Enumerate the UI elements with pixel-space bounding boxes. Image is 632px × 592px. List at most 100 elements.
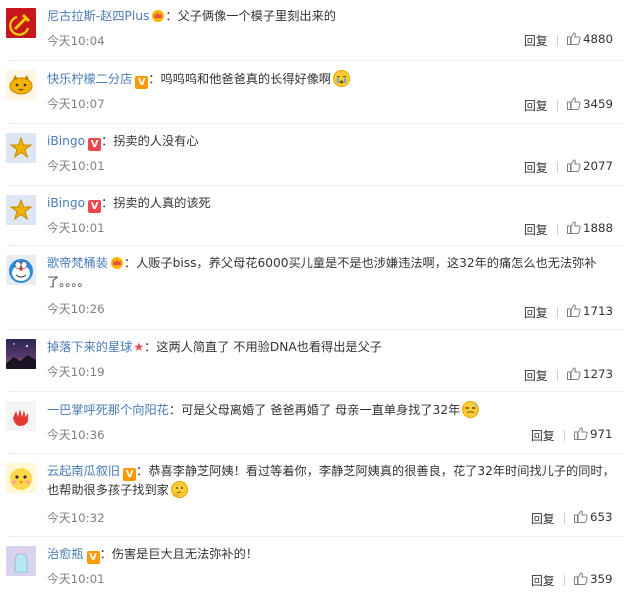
timestamp: 今天10:01	[47, 159, 105, 173]
divider	[564, 575, 565, 586]
thumb-up-icon	[567, 304, 581, 317]
divider	[557, 100, 558, 111]
like-count: 653	[590, 510, 613, 524]
verified-badge-icon[interactable]: V	[135, 76, 149, 89]
separator: ：	[144, 340, 157, 354]
like-count: 971	[590, 427, 613, 441]
reply-button[interactable]: 回复	[524, 221, 548, 238]
comment-text: 拐卖的人真的该死	[113, 196, 211, 210]
avatar[interactable]	[6, 339, 36, 369]
reply-button[interactable]: 回复	[524, 367, 548, 384]
like-button[interactable]: 971	[574, 427, 613, 441]
username-link[interactable]: 治愈瓶	[47, 547, 84, 561]
star-badge-icon[interactable]: ★	[133, 339, 144, 356]
comment-text: 父子俩像一个模子里刻出来的	[177, 9, 336, 23]
username-link[interactable]: 快乐柠檬二分店	[47, 72, 132, 86]
thumb-up-icon	[567, 367, 581, 380]
like-button[interactable]: 1888	[567, 221, 613, 235]
verified-badge-icon[interactable]: V	[123, 468, 137, 481]
divider	[557, 307, 558, 318]
crown-badge-icon[interactable]	[151, 9, 165, 22]
like-button[interactable]: 4880	[567, 32, 613, 46]
thinking-face-icon	[170, 481, 188, 498]
reply-button[interactable]: 回复	[524, 32, 548, 49]
hammer-sickle-avatar-icon	[6, 8, 36, 38]
username-link[interactable]: 歌帝梵桶装	[47, 256, 108, 270]
like-button[interactable]: 2077	[567, 159, 613, 173]
divider	[557, 35, 558, 46]
thumb-up-icon	[574, 510, 588, 523]
verified-badge-icon[interactable]: V	[86, 551, 100, 564]
timestamp: 今天10:19	[47, 365, 105, 379]
username-link[interactable]: iBingo	[47, 196, 85, 210]
lemon-cat-avatar-icon	[6, 70, 36, 100]
reply-button[interactable]: 回复	[524, 97, 548, 114]
username-link[interactable]: 掉落下来的星球	[47, 340, 132, 354]
like-button[interactable]: 3459	[567, 97, 613, 111]
comment-text: 拐卖的人没有心	[113, 134, 199, 148]
username-link[interactable]: iBingo	[47, 134, 85, 148]
timestamp: 今天10:01	[47, 572, 105, 586]
avatar[interactable]	[6, 255, 36, 285]
crying-face-icon	[333, 70, 351, 87]
avatar[interactable]	[6, 70, 36, 100]
like-button[interactable]: 1273	[567, 367, 613, 381]
yellow-chick-avatar-icon	[6, 463, 36, 493]
comment-text: 这两人简直了 不用验DNA也看得出是父子	[156, 340, 382, 354]
like-count: 4880	[583, 32, 614, 46]
reply-button[interactable]: 回复	[531, 572, 555, 589]
username-link[interactable]: 尼古拉斯-赵四Plus	[47, 9, 149, 23]
divider	[557, 162, 558, 173]
username-link[interactable]: 云起南瓜叙旧	[47, 464, 120, 478]
avatar[interactable]	[6, 133, 36, 163]
timestamp: 今天10:07	[47, 97, 105, 111]
avatar[interactable]	[6, 463, 36, 493]
reply-button[interactable]: 回复	[531, 510, 555, 527]
thumb-up-icon	[574, 427, 588, 440]
like-count: 1888	[583, 221, 614, 235]
divider	[557, 370, 558, 381]
night-sky-avatar-icon	[6, 339, 36, 369]
like-button[interactable]: 359	[574, 572, 613, 586]
like-count: 2077	[583, 159, 614, 173]
like-count: 3459	[583, 97, 614, 111]
crown-badge-icon[interactable]	[110, 256, 124, 269]
separator: ：	[165, 9, 178, 23]
timestamp: 今天10:01	[47, 221, 105, 235]
comment-text: 可是父母离婚了 爸爸再婚了 母亲一直单身找了32年	[181, 403, 461, 417]
reply-button[interactable]: 回复	[524, 159, 548, 176]
separator: ：	[168, 403, 182, 417]
like-count: 1273	[583, 367, 614, 381]
avatar[interactable]	[6, 195, 36, 225]
separator: ：	[101, 134, 114, 148]
avatar[interactable]	[6, 8, 36, 38]
bottle-avatar-icon	[6, 546, 36, 576]
separator: ：	[101, 196, 114, 210]
thumb-up-icon	[567, 221, 581, 234]
verified-badge-icon[interactable]: V	[88, 200, 102, 213]
thumb-up-icon	[567, 97, 581, 110]
timestamp: 今天10:36	[47, 428, 105, 442]
reply-button[interactable]: 回复	[524, 304, 548, 321]
timestamp: 今天10:04	[47, 34, 105, 48]
timestamp: 今天10:32	[47, 511, 105, 525]
like-button[interactable]: 653	[574, 510, 613, 524]
thumb-up-icon	[574, 572, 588, 585]
divider	[564, 513, 565, 524]
like-count: 359	[590, 572, 613, 586]
separator: ：	[136, 464, 149, 478]
verified-badge-icon[interactable]: V	[88, 138, 102, 151]
star-avatar-icon	[6, 195, 36, 225]
avatar[interactable]	[6, 401, 36, 431]
separator: ：	[99, 547, 112, 561]
username-link[interactable]: 一巴掌呼死那个向阳花	[47, 403, 169, 417]
avatar[interactable]	[6, 546, 36, 576]
comment-list: 尼古拉斯-赵四Plus ：父子俩像一个模子里刻出来的 今天10:04 回复 488…	[0, 0, 632, 592]
star-avatar-icon	[6, 133, 36, 163]
like-button[interactable]: 1713	[567, 304, 613, 318]
sweat-face-icon	[462, 401, 480, 418]
comment-text: 伤害是巨大且无法弥补的！	[111, 547, 258, 561]
comment-text: 呜呜呜和他爸爸真的长得好像啊	[160, 72, 332, 86]
doraemon-avatar-icon	[6, 255, 36, 285]
reply-button[interactable]: 回复	[531, 427, 555, 444]
